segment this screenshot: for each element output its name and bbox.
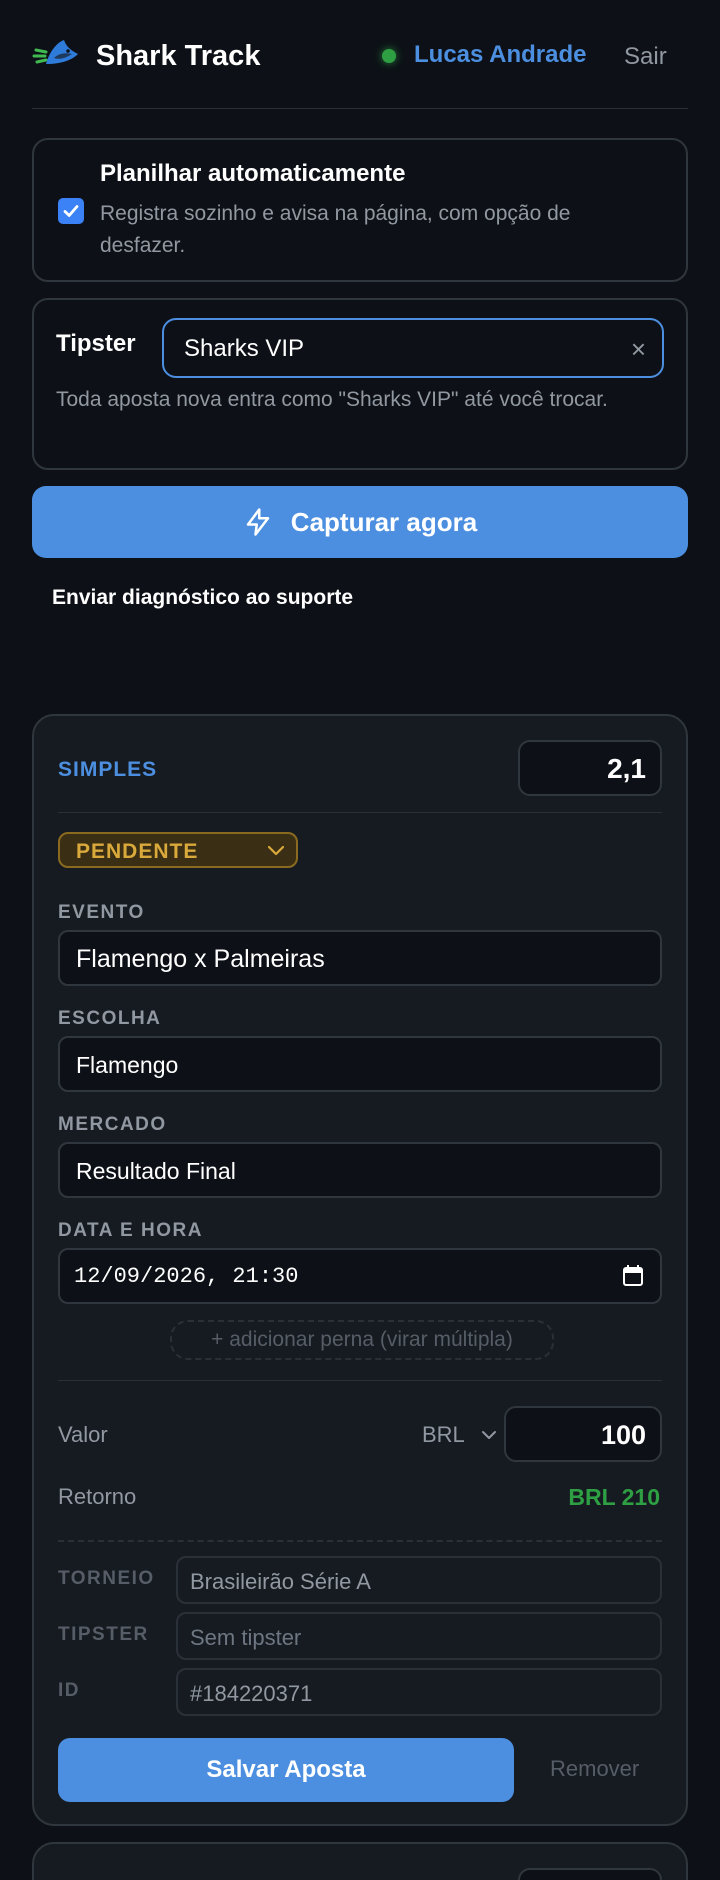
bet-type-label: SIMPLES xyxy=(58,758,158,781)
add-leg-button[interactable]: + adicionar perna (virar múltipla) xyxy=(170,1320,554,1360)
evento-label: EVENTO xyxy=(58,902,145,923)
next-bet-card xyxy=(32,1842,688,1880)
tipster-input-value: Sharks VIP xyxy=(184,335,305,362)
calendar-icon[interactable] xyxy=(622,1264,644,1288)
app-header: Shark Track Lucas Andrade Sair xyxy=(32,24,688,88)
meta-tipster-input[interactable]: Sem tipster xyxy=(176,1612,662,1660)
evento-input[interactable]: Flamengo x Palmeiras xyxy=(58,930,662,986)
chevron-down-icon xyxy=(482,1431,496,1439)
date-time-label: DATA E HORA xyxy=(58,1220,203,1241)
odd-input[interactable]: 2,1 xyxy=(518,740,662,796)
chevron-down-icon xyxy=(267,845,285,856)
escolha-value: Flamengo xyxy=(76,1052,179,1078)
tipster-input[interactable]: Sharks VIP × xyxy=(162,318,664,378)
save-bet-button[interactable]: Salvar Aposta xyxy=(58,1738,514,1802)
retorno-value: BRL 210 xyxy=(568,1484,660,1510)
send-diagnostic-link[interactable]: Enviar diagnóstico ao suporte xyxy=(52,586,353,610)
id-value: #184220371 xyxy=(190,1681,313,1706)
card-divider xyxy=(58,812,662,813)
currency-select[interactable]: BRL xyxy=(422,1422,465,1448)
torneio-input[interactable]: Brasileirão Série A xyxy=(176,1556,662,1604)
header-divider xyxy=(32,108,688,109)
stake-input[interactable]: 100 xyxy=(504,1406,662,1462)
dashed-divider xyxy=(58,1540,662,1542)
remove-bet-button[interactable]: Remover xyxy=(550,1756,639,1782)
lightning-icon xyxy=(246,508,270,536)
stake-value: 100 xyxy=(600,1420,646,1450)
odd-value: 2,1 xyxy=(607,753,646,784)
clear-icon[interactable]: × xyxy=(631,334,646,365)
evento-value: Flamengo x Palmeiras xyxy=(76,945,325,973)
mercado-input[interactable]: Resultado Final xyxy=(58,1142,662,1198)
mercado-value: Resultado Final xyxy=(76,1158,236,1184)
meta-tipster-label: TIPSTER xyxy=(58,1624,149,1645)
bet-card: SIMPLES 2,1 PENDENTE EVENTO Flamengo x P… xyxy=(32,714,688,1826)
user-name[interactable]: Lucas Andrade xyxy=(414,41,587,69)
odd-input[interactable] xyxy=(518,1868,662,1880)
auto-register-panel: Planilhar automaticamente Registra sozin… xyxy=(32,138,688,282)
capture-now-label: Capturar agora xyxy=(290,506,478,537)
date-time-value: 12/09/2026, 21:30 xyxy=(74,1264,299,1289)
shark-logo-icon xyxy=(32,36,82,72)
torneio-value: Brasileirão Série A xyxy=(190,1569,371,1594)
date-time-input[interactable]: 12/09/2026, 21:30 xyxy=(58,1248,662,1304)
card-divider xyxy=(58,1380,662,1381)
online-status-dot xyxy=(382,49,396,63)
torneio-label: TORNEIO xyxy=(58,1568,155,1589)
app-title: Shark Track xyxy=(96,40,261,72)
capture-now-button[interactable]: Capturar agora xyxy=(32,486,688,558)
retorno-label: Retorno xyxy=(58,1484,137,1509)
auto-register-title: Planilhar automaticamente xyxy=(100,160,406,187)
meta-tipster-placeholder: Sem tipster xyxy=(190,1625,302,1650)
escolha-input[interactable]: Flamengo xyxy=(58,1036,662,1092)
tipster-label: Tipster xyxy=(56,330,136,357)
escolha-label: ESCOLHA xyxy=(58,1008,162,1029)
valor-label: Valor xyxy=(58,1422,108,1447)
logout-button[interactable]: Sair xyxy=(624,43,667,71)
tipster-hint: Toda aposta nova entra como "Sharks VIP"… xyxy=(56,388,608,411)
tipster-panel: Tipster Sharks VIP × Toda aposta nova en… xyxy=(32,298,688,470)
auto-register-description: Registra sozinho e avisa na página, com … xyxy=(100,202,571,257)
mercado-label: MERCADO xyxy=(58,1114,167,1135)
id-label: ID xyxy=(58,1680,80,1701)
auto-register-checkbox[interactable] xyxy=(58,198,84,224)
id-input[interactable]: #184220371 xyxy=(176,1668,662,1716)
status-select[interactable]: PENDENTE xyxy=(58,832,298,868)
status-value: PENDENTE xyxy=(76,840,199,863)
checkmark-icon xyxy=(63,205,79,217)
